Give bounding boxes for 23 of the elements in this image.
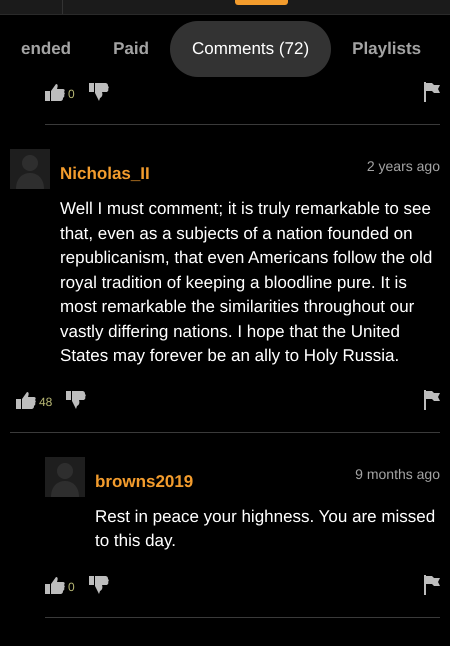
username[interactable]: Nicholas_II [60,164,367,184]
tab[interactable]: Playlists [331,21,442,77]
like-count: 0 [68,87,75,101]
thumbs-down-icon[interactable] [88,83,109,101]
comment-text: Rest in peace your highness. You are missed to this day. [95,506,436,552]
flag-icon[interactable] [424,82,440,102]
thumbs-down-icon[interactable] [88,576,109,594]
tab[interactable]: Paid [92,21,170,77]
nav-indicator [235,0,288,5]
tab[interactable]: Comments (72) [170,21,332,77]
thumbs-up-icon[interactable] [45,576,65,594]
thumbs-up-icon[interactable] [45,83,65,101]
timestamp: 9 months ago [355,466,440,482]
username[interactable]: browns2019 [95,472,356,492]
thumbs-down-icon[interactable] [66,390,86,408]
timestamp: 2 years ago [366,158,440,174]
thumbs-up-icon[interactable] [16,390,36,408]
like-count: 0 [68,580,75,594]
flag-icon[interactable] [424,574,440,594]
flag-icon[interactable] [424,390,440,410]
comment-text: Well I must comment; it is truly remarkable to see that, even as a subjects of a nation founded on republicanism, that even Americans follow the old royal tradition of keeping a bloodline pure. It is most remarkable the similarities throughout our vastly differing nations. I hope that the United States may forever be an ally to Holy Russia. [60,198,434,367]
like-count: 48 [39,394,52,408]
tab[interactable]: ended [0,21,92,77]
